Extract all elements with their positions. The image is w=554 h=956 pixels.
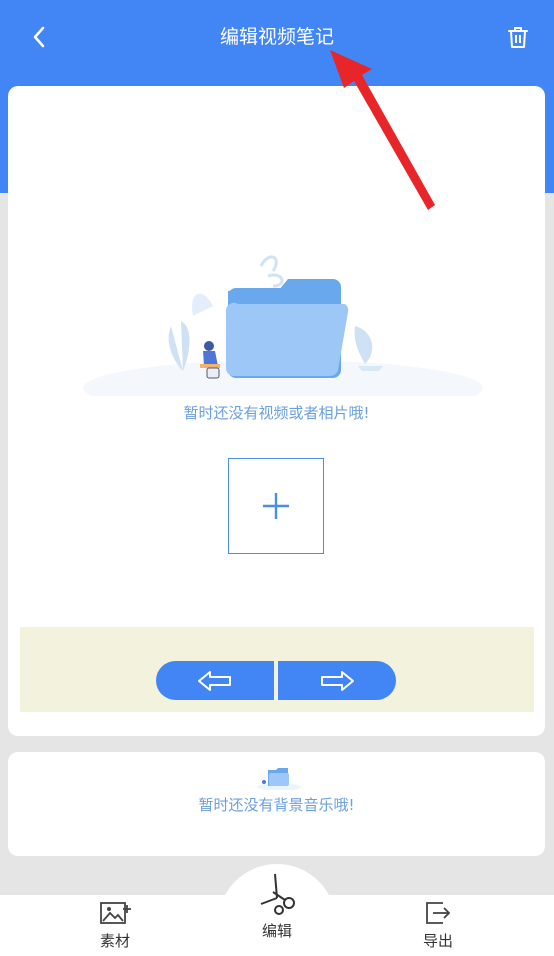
red-arrow-annotation: [330, 50, 435, 210]
media-empty-text: 暂时还没有视频或者相片哦!: [183, 404, 370, 422]
tab-export[interactable]: 导出: [408, 900, 468, 951]
arrow-right-icon: [321, 670, 354, 691]
tab-edit-label: 编辑: [261, 922, 292, 940]
tab-edit[interactable]: 编辑: [246, 872, 308, 941]
add-media-button[interactable]: [228, 458, 324, 554]
scissors-icon: [260, 873, 295, 915]
empty-folder-illustration: [83, 255, 483, 396]
export-icon: [426, 902, 451, 924]
page-title: 编辑视频笔记: [219, 26, 334, 48]
next-button[interactable]: [278, 661, 396, 700]
music-empty-text: 暂时还没有背景音乐哦!: [198, 796, 355, 814]
trash-icon: [508, 27, 528, 48]
tab-material-label: 素材: [99, 932, 130, 950]
arrow-left-icon: [198, 670, 231, 691]
media-card: 暂时还没有视频或者相片哦!: [8, 86, 545, 736]
delete-button[interactable]: [503, 22, 533, 52]
image-add-icon: [100, 902, 131, 924]
music-card: 暂时还没有背景音乐哦!: [8, 752, 545, 856]
media-nav-area: [20, 627, 534, 712]
tab-export-label: 导出: [422, 932, 453, 950]
plus-icon: [263, 493, 289, 519]
music-folder-icon: [257, 768, 301, 790]
previous-button[interactable]: [156, 661, 274, 700]
tab-material[interactable]: 素材: [85, 900, 145, 951]
